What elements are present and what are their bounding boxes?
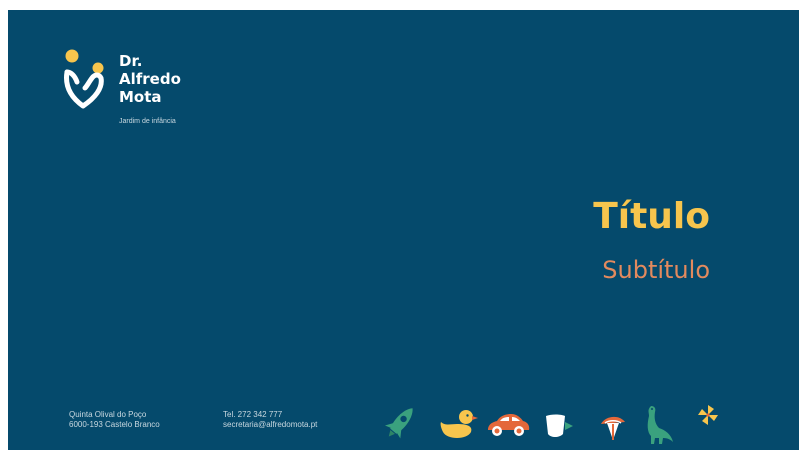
rocket-icon	[384, 408, 413, 439]
footer-contact: Tel. 272 342 777 secretaria@alfredomota.…	[223, 410, 317, 430]
toy-icons-row	[381, 400, 721, 444]
address-line-1: Quinta Olival do Poço	[69, 410, 147, 419]
footer-email: secretaria@alfredomota.pt	[223, 420, 318, 429]
logo-line-3: Mota	[119, 88, 162, 106]
pinwheel-icon	[698, 405, 718, 425]
slide-subtitle: Subtítulo	[602, 256, 710, 284]
beach-ball-icon	[601, 416, 625, 440]
dinosaur-icon	[647, 406, 673, 444]
logo: Dr. Alfredo Mota Jardim de infância	[63, 48, 203, 128]
slide: Dr. Alfredo Mota Jardim de infância Títu…	[8, 10, 799, 450]
logo-line-1: Dr.	[119, 52, 143, 70]
logo-line-2: Alfredo	[119, 70, 181, 88]
slide-title: Título	[593, 196, 710, 237]
car-icon	[488, 414, 530, 436]
address-line-2: 6000-193 Castelo Branco	[69, 420, 160, 429]
duck-icon	[440, 410, 478, 438]
footer-address: Quinta Olival do Poço 6000-193 Castelo B…	[69, 410, 160, 430]
logo-tagline: Jardim de infância	[119, 118, 176, 125]
logo-name: Dr. Alfredo Mota	[119, 52, 181, 106]
footer-phone: Tel. 272 342 777	[223, 410, 283, 419]
heart-person-icon	[64, 49, 104, 109]
cup-icon	[546, 414, 573, 437]
